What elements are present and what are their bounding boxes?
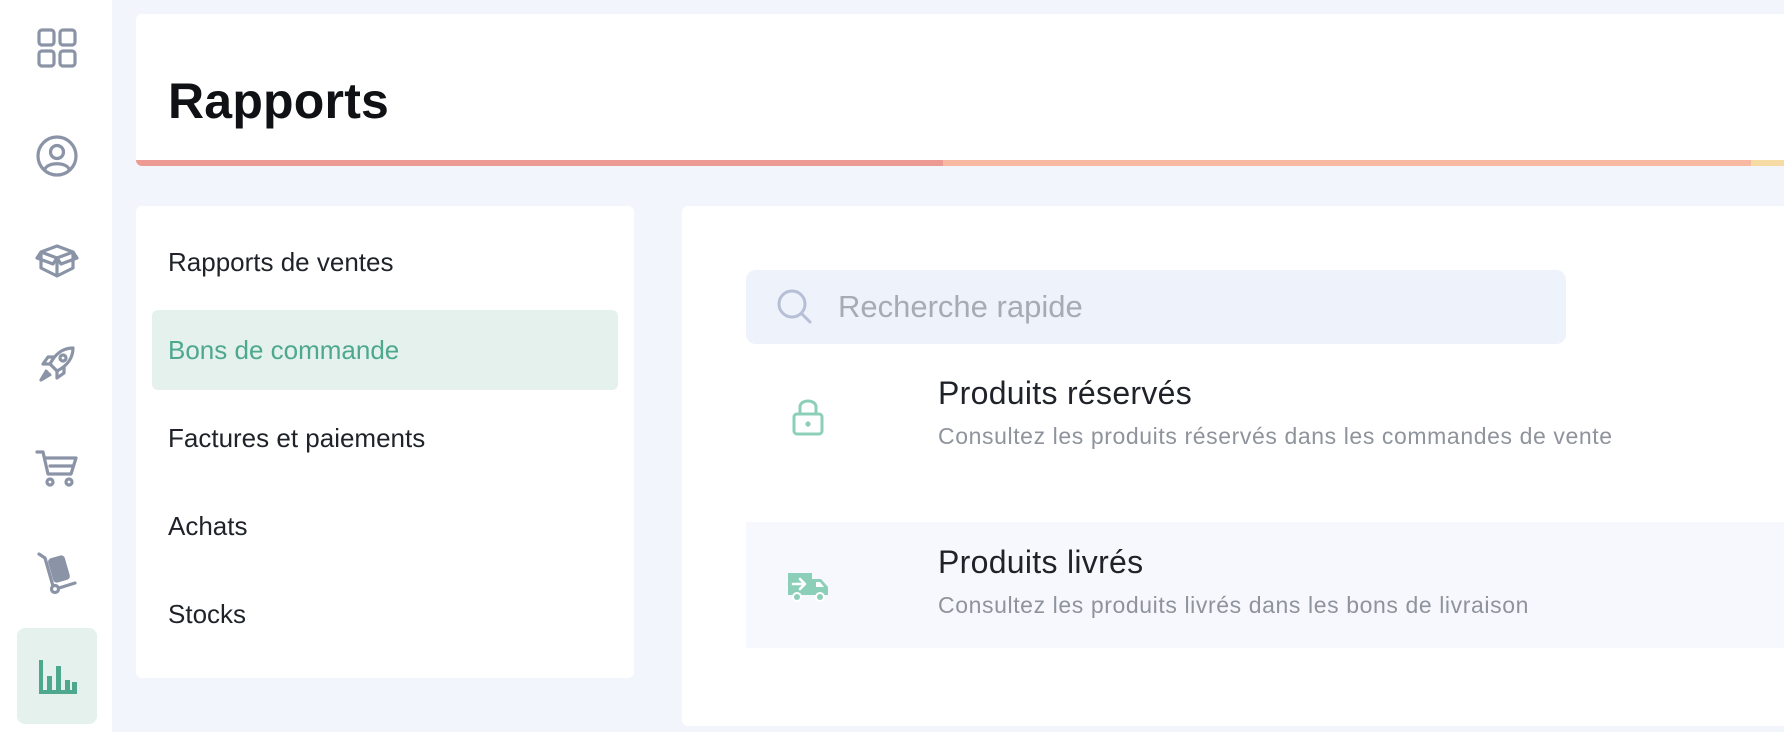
report-icon-wrap bbox=[786, 563, 830, 607]
report-categories: Rapports de ventes Bons de commande Fact… bbox=[136, 206, 634, 678]
rail-item-sales[interactable] bbox=[17, 420, 97, 516]
lock-icon bbox=[792, 399, 824, 436]
page-title: Rapports bbox=[168, 73, 390, 129]
rail-item-reports[interactable] bbox=[17, 628, 97, 724]
reports-panel: Produits réservés Consultez les produits… bbox=[682, 206, 1784, 726]
report-icon-wrap bbox=[786, 394, 830, 438]
rail-item-dashboard[interactable] bbox=[17, 0, 97, 96]
report-description: Consultez les produits réservés dans les… bbox=[938, 423, 1613, 449]
rocket-icon bbox=[39, 346, 75, 382]
quick-search[interactable] bbox=[746, 270, 1566, 344]
package-box-icon bbox=[35, 244, 79, 278]
user-circle-icon bbox=[36, 135, 78, 177]
category-stocks[interactable]: Stocks bbox=[152, 574, 618, 654]
delivery-truck-icon bbox=[788, 573, 828, 602]
header-bar-segment bbox=[943, 160, 1751, 166]
bar-chart-icon bbox=[39, 660, 77, 694]
header-bar-segment bbox=[1751, 160, 1784, 166]
hand-truck-icon bbox=[37, 552, 77, 595]
category-invoices-payments[interactable]: Factures et paiements bbox=[152, 398, 618, 478]
shopping-cart-icon bbox=[35, 450, 78, 487]
rail-item-products[interactable] bbox=[17, 212, 97, 308]
rail-item-contacts[interactable] bbox=[17, 108, 97, 204]
report-title: Produits réservés bbox=[938, 375, 1193, 411]
search-input[interactable] bbox=[836, 288, 1536, 326]
header-progress-bar bbox=[136, 160, 1784, 166]
rail-item-launch[interactable] bbox=[17, 316, 97, 412]
search-icon bbox=[777, 289, 812, 324]
dashboard-grid-icon bbox=[37, 28, 77, 68]
category-purchase-orders[interactable]: Bons de commande bbox=[152, 310, 618, 390]
report-delivered-products[interactable]: Produits livrés Consultez les produits l… bbox=[746, 522, 1784, 648]
page-header: Rapports bbox=[136, 14, 1784, 166]
report-title: Produits livrés bbox=[938, 544, 1144, 580]
report-description: Consultez les produits livrés dans les b… bbox=[938, 592, 1529, 618]
rail-item-logistics[interactable] bbox=[17, 524, 97, 620]
category-purchases[interactable]: Achats bbox=[152, 486, 618, 566]
icon-rail bbox=[0, 0, 112, 732]
category-sales-reports[interactable]: Rapports de ventes bbox=[152, 222, 618, 302]
header-bar-segment bbox=[136, 160, 943, 166]
report-reserved-products[interactable]: Produits réservés Consultez les produits… bbox=[746, 353, 1784, 479]
